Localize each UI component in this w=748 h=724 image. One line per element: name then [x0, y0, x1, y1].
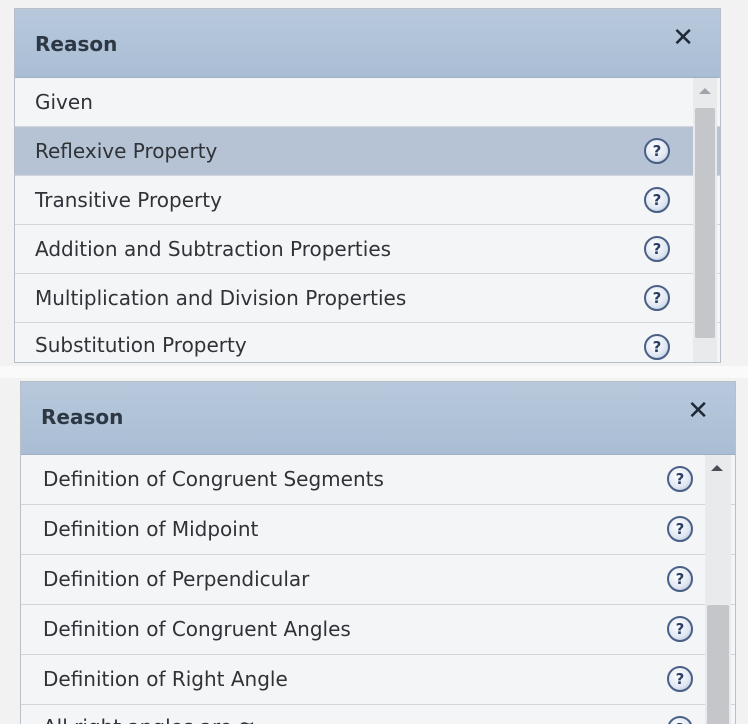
help-icon[interactable]: ? [644, 334, 670, 360]
help-icon[interactable]: ? [644, 285, 670, 311]
list-item-label: Substitution Property [35, 333, 247, 357]
list-item-def-midpoint[interactable]: Definition of Midpoint ? [21, 505, 735, 555]
dialog-header: Reason ✕ [21, 382, 735, 455]
list-item-transitive-property[interactable]: Transitive Property ? [15, 176, 720, 225]
list-item-def-right-angle[interactable]: Definition of Right Angle ? [21, 655, 735, 705]
help-icon[interactable]: ? [644, 236, 670, 262]
reason-list: Definition of Congruent Segments ? Defin… [21, 455, 735, 724]
list-item-def-perpendicular[interactable]: Definition of Perpendicular ? [21, 555, 735, 605]
list-item-label: Addition and Subtraction Properties [35, 237, 392, 261]
help-icon[interactable]: ? [667, 716, 693, 724]
reason-dialog-top: Reason ✕ Given Reflexive Property ? Tran… [14, 8, 721, 363]
list-item-all-right-angles[interactable]: All right angles are ≅ ? [21, 705, 735, 724]
help-icon[interactable]: ? [667, 516, 693, 542]
close-icon[interactable]: ✕ [672, 23, 694, 53]
help-icon[interactable]: ? [667, 566, 693, 592]
divider [0, 366, 748, 378]
list-item-multiplication-division[interactable]: Multiplication and Division Properties ? [15, 274, 720, 323]
list-item-addition-subtraction[interactable]: Addition and Subtraction Properties ? [15, 225, 720, 274]
reason-list: Given Reflexive Property ? Transitive Pr… [15, 78, 720, 362]
help-icon[interactable]: ? [667, 666, 693, 692]
list-item-label: Definition of Midpoint [43, 517, 259, 541]
list-item-reflexive-property[interactable]: Reflexive Property ? [15, 127, 720, 176]
scroll-up-arrow-icon[interactable] [699, 88, 711, 94]
scroll-up-arrow-icon[interactable] [711, 465, 723, 471]
help-icon[interactable]: ? [644, 187, 670, 213]
list-item-label: Multiplication and Division Properties [35, 286, 407, 310]
scrollbar-thumb[interactable] [695, 108, 715, 338]
list-item-label: Transitive Property [35, 188, 222, 212]
list-item-label: Definition of Congruent Segments [43, 467, 384, 491]
list-item-label: All right angles are ≅ [43, 715, 255, 724]
scrollbar[interactable] [693, 78, 717, 362]
list-item-label: Definition of Congruent Angles [43, 617, 351, 641]
list-item-def-congruent-angles[interactable]: Definition of Congruent Angles ? [21, 605, 735, 655]
dialog-title: Reason [41, 405, 124, 429]
list-item-label: Definition of Perpendicular [43, 567, 310, 591]
list-item-def-congruent-segments[interactable]: Definition of Congruent Segments ? [21, 455, 735, 505]
help-icon[interactable]: ? [667, 616, 693, 642]
list-item-label: Given [35, 90, 93, 114]
list-item-given[interactable]: Given [15, 78, 720, 127]
list-item-label: Definition of Right Angle [43, 667, 288, 691]
reason-dialog-bottom: Reason ✕ Definition of Congruent Segment… [20, 381, 736, 724]
close-icon[interactable]: ✕ [687, 396, 709, 426]
list-item-substitution-property[interactable]: Substitution Property ? [15, 323, 720, 362]
help-icon[interactable]: ? [644, 138, 670, 164]
list-item-label: Reflexive Property [35, 139, 218, 163]
dialog-header: Reason ✕ [15, 9, 720, 78]
scrollbar-thumb[interactable] [707, 605, 729, 724]
help-icon[interactable]: ? [667, 466, 693, 492]
scrollbar[interactable] [705, 455, 731, 724]
dialog-title: Reason [35, 32, 118, 56]
